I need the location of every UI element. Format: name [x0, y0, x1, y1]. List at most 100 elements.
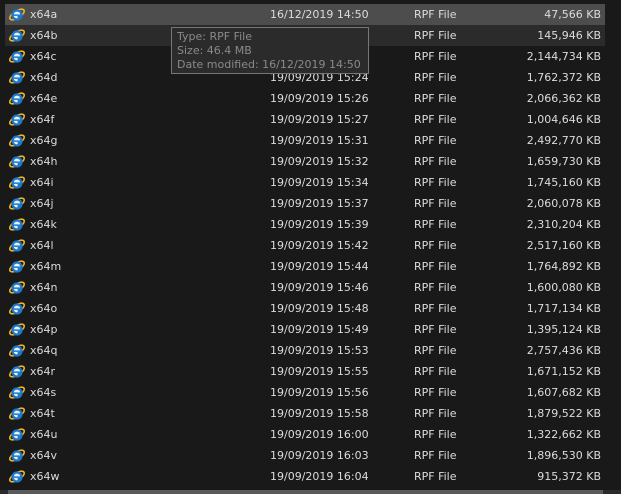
file-date-modified: 19/09/2019 15:56 [270, 386, 369, 399]
file-size: 2,310,204 KB [526, 218, 601, 231]
tooltip-type: Type: RPF File [177, 30, 252, 43]
internet-explorer-icon [8, 426, 26, 443]
file-size: 1,896,530 KB [526, 449, 601, 462]
internet-explorer-icon [8, 468, 26, 485]
file-date-modified: 16/12/2019 14:50 [270, 8, 369, 21]
file-size: 2,757,436 KB [526, 344, 601, 357]
file-size: 1,745,160 KB [526, 176, 601, 189]
file-row[interactable]: x64l 19/09/2019 15:42 RPF File 2,517,160 KB [5, 235, 605, 256]
file-name: x64c [30, 50, 57, 63]
file-type: RPF File [414, 323, 457, 336]
file-date-modified: 19/09/2019 15:42 [270, 239, 369, 252]
file-type: RPF File [414, 92, 457, 105]
file-row[interactable]: x64j 19/09/2019 15:37 RPF File 2,060,078 KB [5, 193, 605, 214]
file-type: RPF File [414, 449, 457, 462]
file-row[interactable]: x64e 19/09/2019 15:26 RPF File 2,066,362 KB [5, 88, 605, 109]
file-size: 1,659,730 KB [526, 155, 601, 168]
file-date-modified: 19/09/2019 15:34 [270, 176, 369, 189]
file-row[interactable]: x64h 19/09/2019 15:32 RPF File 1,659,730 KB [5, 151, 605, 172]
horizontal-scrollbar[interactable] [0, 490, 621, 494]
tooltip-size: Size: 46.4 MB [177, 44, 252, 57]
file-size: 1,322,662 KB [526, 428, 601, 441]
file-row[interactable]: x64o 19/09/2019 15:48 RPF File 1,717,134 KB [5, 298, 605, 319]
file-type: RPF File [414, 428, 457, 441]
file-row[interactable]: x64n 19/09/2019 15:46 RPF File 1,600,080 KB [5, 277, 605, 298]
file-row[interactable]: x64p 19/09/2019 15:49 RPF File 1,395,124 KB [5, 319, 605, 340]
file-name: x64b [30, 29, 58, 42]
internet-explorer-icon [8, 216, 26, 233]
file-row[interactable]: x64q 19/09/2019 15:53 RPF File 2,757,436 KB [5, 340, 605, 361]
file-type: RPF File [414, 155, 457, 168]
file-row[interactable]: x64v 19/09/2019 16:03 RPF File 1,896,530 KB [5, 445, 605, 466]
file-row[interactable]: x64i 19/09/2019 15:34 RPF File 1,745,160 KB [5, 172, 605, 193]
file-row[interactable]: x64s 19/09/2019 15:56 RPF File 1,607,682 KB [5, 382, 605, 403]
file-size: 1,004,646 KB [526, 113, 601, 126]
scrollbar-thumb[interactable] [8, 490, 603, 494]
file-type: RPF File [414, 134, 457, 147]
file-name: x64i [30, 176, 54, 189]
internet-explorer-icon [8, 321, 26, 338]
file-name: x64k [30, 218, 57, 231]
file-name: x64j [30, 197, 54, 210]
internet-explorer-icon [8, 405, 26, 422]
internet-explorer-icon [8, 111, 26, 128]
file-type: RPF File [414, 281, 457, 294]
file-name: x64a [30, 8, 58, 21]
file-date-modified: 19/09/2019 15:55 [270, 365, 369, 378]
internet-explorer-icon [8, 6, 26, 23]
file-name: x64t [30, 407, 55, 420]
file-row[interactable]: x64a 16/12/2019 14:50 RPF File 47,566 KB [5, 4, 605, 25]
file-date-modified: 19/09/2019 15:27 [270, 113, 369, 126]
file-type: RPF File [414, 302, 457, 315]
file-name: x64w [30, 470, 60, 483]
file-size: 145,946 KB [537, 29, 601, 42]
file-size: 1,717,134 KB [526, 302, 601, 315]
file-row[interactable]: x64w 19/09/2019 16:04 RPF File 915,372 KB [5, 466, 605, 487]
file-row[interactable]: x64t 19/09/2019 15:58 RPF File 1,879,522 KB [5, 403, 605, 424]
internet-explorer-icon [8, 363, 26, 380]
file-type: RPF File [414, 218, 457, 231]
file-size: 1,600,080 KB [526, 281, 601, 294]
file-name: x64d [30, 71, 58, 84]
internet-explorer-icon [8, 447, 26, 464]
file-type: RPF File [414, 113, 457, 126]
file-name: x64u [30, 428, 58, 441]
file-size: 1,879,522 KB [526, 407, 601, 420]
file-row[interactable]: x64g 19/09/2019 15:31 RPF File 2,492,770 KB [5, 130, 605, 151]
file-row[interactable]: x64k 19/09/2019 15:39 RPF File 2,310,204 KB [5, 214, 605, 235]
file-date-modified: 19/09/2019 15:39 [270, 218, 369, 231]
internet-explorer-icon [8, 69, 26, 86]
file-type: RPF File [414, 470, 457, 483]
internet-explorer-icon [8, 195, 26, 212]
file-type: RPF File [414, 176, 457, 189]
file-name: x64v [30, 449, 58, 462]
file-name: x64h [30, 155, 58, 168]
file-size: 1,395,124 KB [526, 323, 601, 336]
file-type: RPF File [414, 197, 457, 210]
file-size: 1,671,152 KB [526, 365, 601, 378]
file-type: RPF File [414, 239, 457, 252]
file-row[interactable]: x64r 19/09/2019 15:55 RPF File 1,671,152 KB [5, 361, 605, 382]
internet-explorer-icon [8, 48, 26, 65]
internet-explorer-icon [8, 300, 26, 317]
internet-explorer-icon [8, 342, 26, 359]
file-size: 47,566 KB [544, 8, 601, 21]
file-size: 2,066,362 KB [526, 92, 601, 105]
internet-explorer-icon [8, 90, 26, 107]
file-type: RPF File [414, 386, 457, 399]
file-type: RPF File [414, 29, 457, 42]
file-name: x64n [30, 281, 58, 294]
file-date-modified: 19/09/2019 15:49 [270, 323, 369, 336]
file-name: x64f [30, 113, 55, 126]
file-type: RPF File [414, 50, 457, 63]
file-row[interactable]: x64f 19/09/2019 15:27 RPF File 1,004,646 KB [5, 109, 605, 130]
file-date-modified: 19/09/2019 16:03 [270, 449, 369, 462]
file-type: RPF File [414, 260, 457, 273]
file-date-modified: 19/09/2019 15:31 [270, 134, 369, 147]
file-row[interactable]: x64m 19/09/2019 15:44 RPF File 1,764,892 KB [5, 256, 605, 277]
file-date-modified: 19/09/2019 15:53 [270, 344, 369, 357]
file-name: x64o [30, 302, 58, 315]
file-date-modified: 19/09/2019 15:26 [270, 92, 369, 105]
internet-explorer-icon [8, 258, 26, 275]
file-row[interactable]: x64u 19/09/2019 16:00 RPF File 1,322,662 KB [5, 424, 605, 445]
